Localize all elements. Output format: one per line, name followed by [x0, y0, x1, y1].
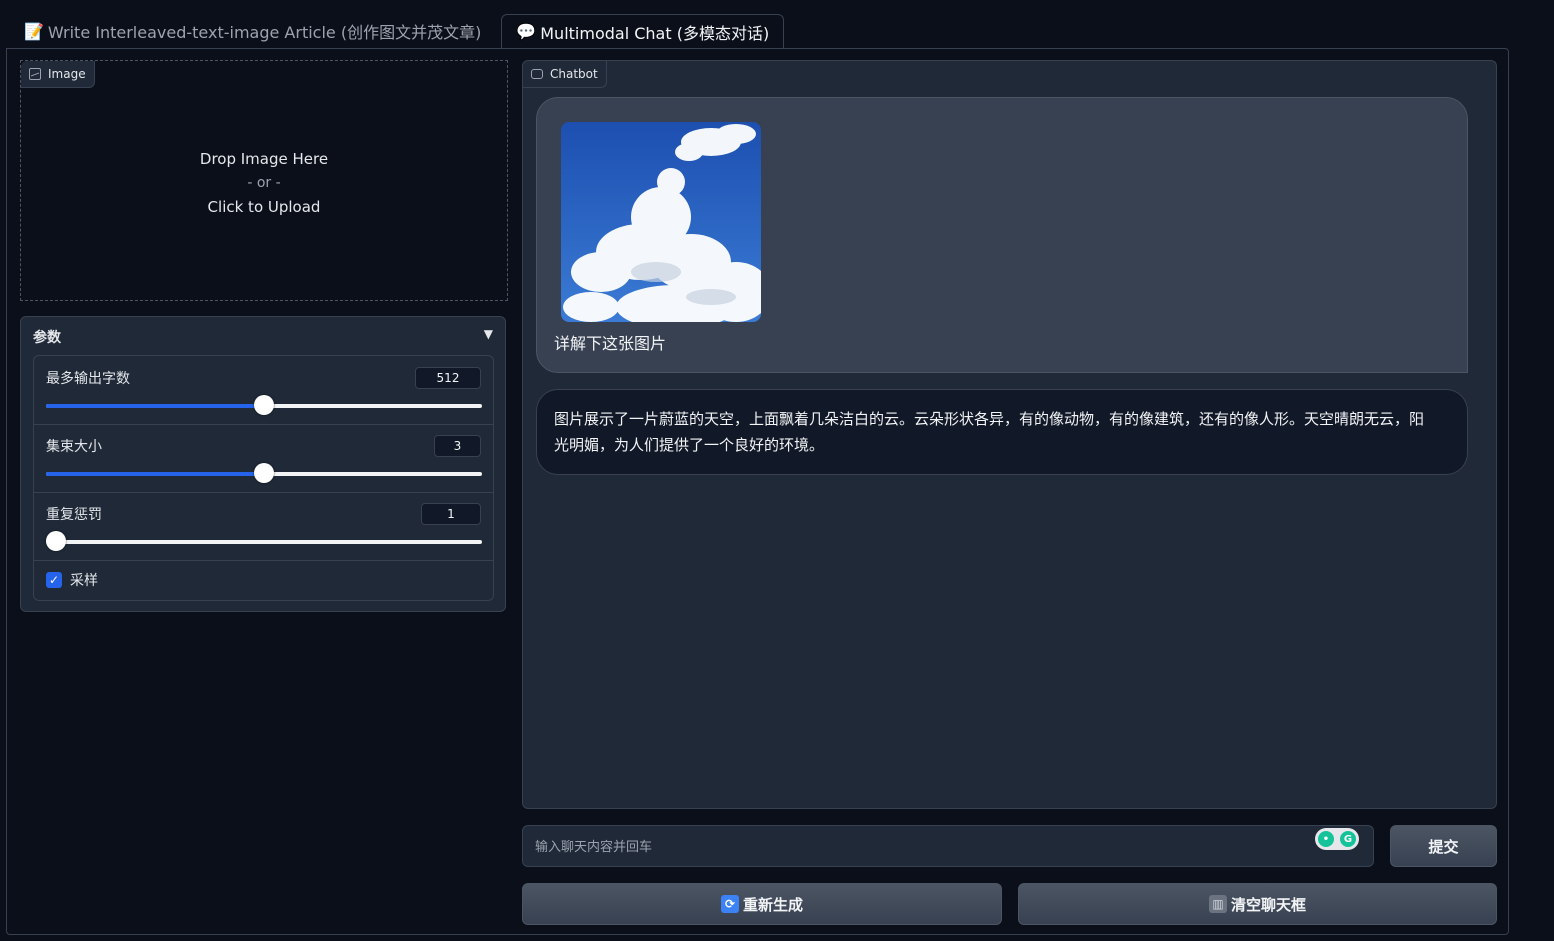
or-text: - or - — [247, 175, 281, 191]
sampling-checkbox-row[interactable]: ✓ 采样 — [46, 570, 98, 590]
clear-chat-button[interactable]: ▥ 清空聊天框 — [1018, 883, 1497, 925]
chat-input-container: • G — [522, 825, 1374, 868]
tab-bar: 📝 Write Interleaved-text-image Article (… — [10, 14, 785, 48]
grammarly-widget[interactable]: • G — [1315, 828, 1359, 850]
grammarly-bulb-icon[interactable]: • — [1318, 831, 1334, 847]
grammarly-g-icon[interactable]: G — [1340, 831, 1356, 847]
memo-icon: 📝 — [24, 21, 44, 41]
refresh-icon: ⟳ — [720, 895, 739, 913]
beam-size-slider-fill — [46, 472, 264, 476]
user-message: 详解下这张图片 — [536, 97, 1468, 373]
chatbot-label: Chatbot — [550, 67, 598, 81]
tab-multimodal-chat-label: Multimodal Chat (多模态对话) — [540, 23, 770, 43]
blue-sky-clouds-photo[interactable] — [561, 122, 761, 322]
beam-size-slider-row: 集束大小 3 — [34, 424, 493, 493]
upload-instructions: Drop Image Here - or - Click to Upload — [21, 147, 507, 219]
params-title[interactable]: 参数 — [33, 327, 61, 347]
repetition-penalty-slider[interactable] — [46, 531, 482, 551]
max-tokens-label: 最多输出字数 — [46, 371, 130, 387]
checkmark-icon: ✓ — [48, 573, 60, 587]
params-accordion: 参数 ▼ 最多输出字数 512 集束大小 3 重复惩罚 1 ✓ 采样 — [20, 316, 506, 612]
chat-input[interactable] — [533, 826, 1317, 868]
regenerate-label: 重新生成 — [742, 895, 803, 914]
beam-size-number-input[interactable]: 3 — [434, 435, 481, 457]
trash-icon: ▥ — [1208, 895, 1227, 913]
image-icon — [29, 68, 41, 80]
bot-message-text: 图片展示了一片蔚蓝的天空，上面飘着几朵洁白的云。云朵形状各异，有的像动物，有的像… — [554, 410, 1425, 454]
tab-write-article-label: Write Interleaved-text-image Article (创作… — [47, 23, 482, 42]
sampling-checkbox[interactable]: ✓ — [46, 572, 62, 588]
repetition-penalty-number-input[interactable]: 1 — [421, 503, 481, 525]
beam-size-slider-thumb[interactable] — [254, 463, 274, 483]
speech-bubble-icon: 💬 — [516, 22, 537, 41]
beam-size-slider[interactable] — [46, 463, 482, 483]
max-tokens-number-input[interactable]: 512 — [415, 367, 481, 389]
chatbot-label-chip: Chatbot — [523, 61, 607, 88]
regenerate-button[interactable]: ⟳ 重新生成 — [522, 883, 1002, 925]
bot-message: 图片展示了一片蔚蓝的天空，上面飘着几朵洁白的云。云朵形状各异，有的像动物，有的像… — [536, 389, 1468, 475]
beam-size-label: 集束大小 — [46, 439, 102, 455]
tab-write-article[interactable]: 📝 Write Interleaved-text-image Article (… — [10, 14, 495, 48]
repetition-penalty-slider-row: 重复惩罚 1 — [34, 492, 493, 561]
submit-button[interactable]: 提交 — [1390, 825, 1497, 867]
image-label-chip: Image — [21, 61, 95, 88]
chatbot-panel: Chatbot 详解下这张图片 图片展示了一片蔚蓝的天空，上面飘着几朵洁白的云。… — [522, 60, 1497, 809]
max-tokens-slider-thumb[interactable] — [254, 395, 274, 415]
max-tokens-slider-fill — [46, 404, 264, 408]
image-upload-dropzone[interactable]: Image Drop Image Here - or - Click to Up… — [20, 60, 508, 301]
sampling-label: 采样 — [70, 573, 98, 589]
params-body: 最多输出字数 512 集束大小 3 重复惩罚 1 ✓ 采样 — [33, 355, 494, 601]
collapse-caret-icon[interactable]: ▼ — [484, 327, 493, 341]
chat-icon — [531, 69, 543, 79]
max-tokens-slider-row: 最多输出字数 512 — [34, 356, 493, 425]
user-message-text: 详解下这张图片 — [554, 334, 667, 353]
clear-chat-label: 清空聊天框 — [1230, 895, 1306, 914]
tab-multimodal-chat[interactable]: 💬 Multimodal Chat (多模态对话) — [501, 14, 785, 48]
max-tokens-slider[interactable] — [46, 395, 482, 415]
repetition-penalty-slider-thumb[interactable] — [46, 531, 67, 551]
image-label: Image — [48, 67, 86, 81]
click-to-upload-text: Click to Upload — [207, 198, 321, 216]
drop-image-text: Drop Image Here — [199, 150, 329, 168]
repetition-penalty-label: 重复惩罚 — [46, 507, 102, 523]
